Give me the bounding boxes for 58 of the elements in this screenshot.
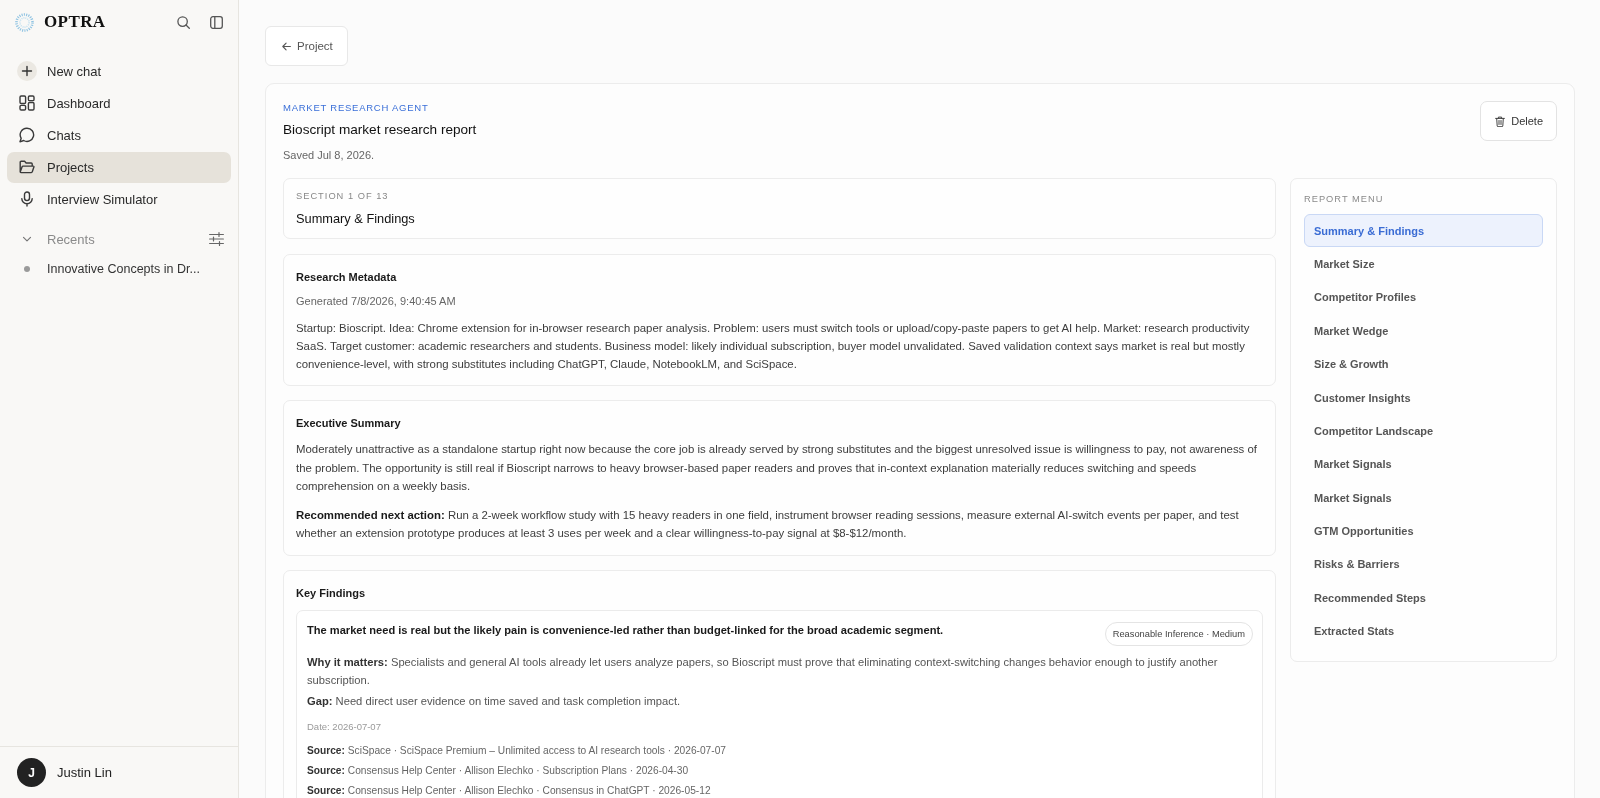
plus-icon (17, 61, 37, 81)
source-citation: Source: SciSpace · SciSpace Premium – Unlimited access to AI research tools · 2026-07-07 (307, 744, 727, 758)
report-menu-item[interactable]: Extracted Stats (1304, 615, 1543, 648)
bullet-dot-icon (24, 266, 30, 272)
card-heading: Research Metadata (296, 269, 398, 285)
metadata-text: Startup: Bioscript. Idea: Chrome extension for in-browser research paper analysis. Problem: users must switch tools or upload/copy-paste papers to get AI help. Market: research productivity SaaS. Target customer: academic researchers and students. Business model: likely individual subscription, buyer model unvalidated. Saved validation context says market is real but mostly convenience-level, with strong substitutes including ChatGPT, Claude, NotebookLM, and SciSpace. (296, 320, 1251, 372)
finding-gap: Gap: Need direct user evidence on time saved and task completion impact. (307, 694, 682, 709)
confidence-badge: Reasonable Inference · Medium (1104, 622, 1253, 646)
agent-label: MARKET RESEARCH AGENT (283, 101, 430, 115)
generated-timestamp: Generated 7/8/2026, 9:40:45 AM (296, 293, 457, 309)
saved-date: Saved Jul 8, 2026. (283, 148, 376, 163)
section-title: Summary & Findings (296, 210, 416, 228)
sliders-icon[interactable] (209, 232, 224, 246)
report-menu-item[interactable]: Risks & Barriers (1304, 548, 1543, 581)
summary-paragraph: Recommended next action: Run a 2-week workflow study with 15 heavy readers in one field, instrument browser reading sessions, measure external AI-switch events per paper, and test whether an extension prototype produces at least 3 uses per week and a clear willingness-to-pay signal at $8-$12/month. (296, 507, 1240, 541)
report-menu-item[interactable]: GTM Opportunities (1304, 514, 1543, 548)
nav-item[interactable]: Chats (7, 119, 231, 151)
source-citation: Source: Consensus Help Center · Allison Elechko · Consensus in ChatGPT · 2026-05-12 (307, 784, 712, 798)
chat-bubble-icon (19, 127, 35, 143)
nav-item[interactable]: Projects (7, 151, 231, 183)
report-menu-item[interactable]: Market Signals (1304, 448, 1543, 481)
report-menu-item[interactable]: Summary & Findings (1304, 214, 1543, 247)
report-menu-item[interactable]: Size & Growth (1304, 347, 1543, 381)
arrow-left-icon (282, 41, 291, 51)
source-citation: Source: Consensus Help Center · Allison Elechko · Subscription Plans · 2026-04-30 (307, 764, 690, 778)
grid-icon (19, 95, 35, 111)
report-menu-item[interactable]: Competitor Profiles (1304, 281, 1543, 314)
report-title: Bioscript market research report (283, 121, 477, 139)
logo-icon (15, 12, 34, 32)
card-heading: Key Findings (296, 586, 367, 601)
report-menu-item[interactable]: Customer Insights (1304, 381, 1543, 414)
section-counter: SECTION 1 OF 13 (296, 190, 390, 203)
search-icon[interactable] (177, 15, 190, 29)
sidebar-toggle-icon[interactable] (210, 15, 223, 29)
finding-title: The market need is real but the likely pain is convenience-led rather than budget-linked for the broad academic segment. (307, 623, 944, 638)
finding-date: Date: 2026-07-07 (307, 720, 382, 734)
folder-icon (19, 159, 35, 175)
microphone-icon (19, 191, 35, 207)
nav-item[interactable]: Dashboard (7, 87, 231, 119)
recent-chat-item[interactable]: Innovative Concepts in Dr... (7, 255, 231, 283)
report-menu-item[interactable]: Market Signals (1304, 481, 1543, 514)
report-menu-item[interactable]: Market Size (1304, 247, 1543, 281)
report-menu-item[interactable]: Competitor Landscape (1304, 414, 1543, 448)
finding-rationale: Why it matters: Specialists and general AI tools already let users analyze papers, so Bioscript must prove that eliminating context-switching changes behavior enough to justify another subscription. (307, 655, 1219, 688)
user-avatar[interactable]: J (17, 758, 46, 787)
card-heading: Executive Summary (296, 416, 402, 431)
back-button[interactable]: Project (265, 26, 348, 66)
user-name: Justin Lin (57, 765, 112, 780)
delete-button[interactable]: Delete (1480, 101, 1557, 141)
nav-item[interactable]: Interview Simulator (7, 183, 231, 215)
report-menu-item[interactable]: Recommended Steps (1304, 581, 1543, 615)
brand-name: OPTRA (44, 12, 106, 32)
trash-icon (1495, 115, 1506, 127)
nav-item[interactable]: New chat (7, 55, 231, 87)
menu-heading: REPORT MENU (1304, 193, 1385, 206)
summary-paragraph: Moderately unattractive as a standalone startup right now because the core job is already served by strong substitutes and the biggest unresolved issue is willingness to pay, not awareness of the problem. The opportunity is still real if Bioscript narrows to heavy browser-based paper readers and proves that in-context explanation materially reduces switching and speeds comprehension on a weekly basis. (296, 442, 1258, 494)
report-menu-item[interactable]: Market Wedge (1304, 314, 1543, 347)
recents-label: Recents (47, 231, 95, 247)
